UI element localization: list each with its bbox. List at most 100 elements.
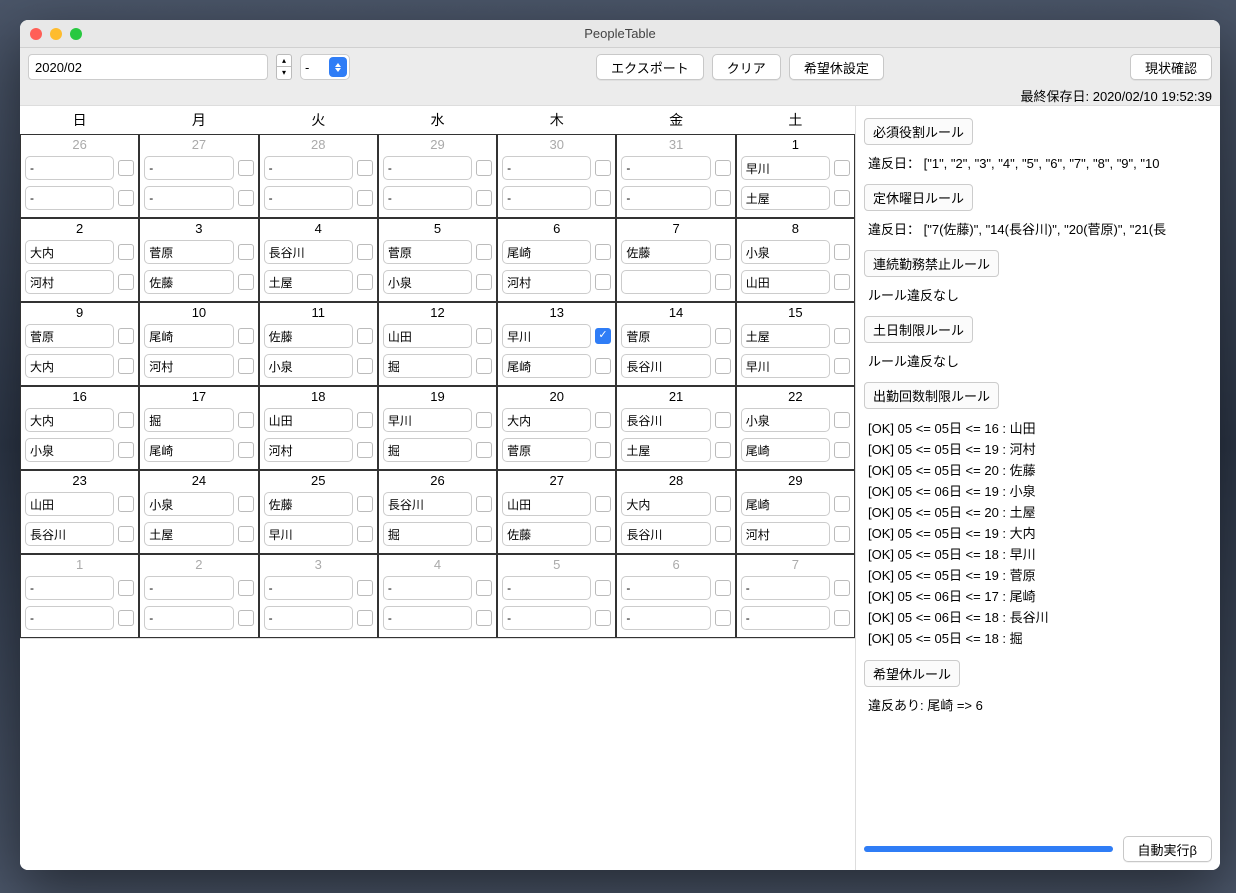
- lock-checkbox[interactable]: [834, 160, 850, 176]
- person-select[interactable]: 河村: [144, 354, 233, 378]
- lock-checkbox[interactable]: [595, 160, 611, 176]
- person-select[interactable]: 佐藤: [502, 522, 591, 546]
- person-select[interactable]: 長谷川: [264, 240, 353, 264]
- lock-checkbox[interactable]: [118, 274, 134, 290]
- person-select[interactable]: 掘: [383, 354, 472, 378]
- person-select[interactable]: 小泉: [264, 354, 353, 378]
- stepper-up-icon[interactable]: ▴: [276, 54, 292, 67]
- lock-checkbox[interactable]: [715, 358, 731, 374]
- lock-checkbox[interactable]: [118, 496, 134, 512]
- person-select[interactable]: 菅原: [25, 324, 114, 348]
- lock-checkbox[interactable]: [357, 526, 373, 542]
- person-select[interactable]: 大内: [621, 492, 710, 516]
- check-button[interactable]: 現状確認: [1130, 54, 1212, 80]
- person-select[interactable]: -: [741, 606, 830, 630]
- lock-checkbox[interactable]: [476, 190, 492, 206]
- person-select[interactable]: -: [502, 186, 591, 210]
- lock-checkbox[interactable]: [238, 328, 254, 344]
- auto-run-button[interactable]: 自動実行β: [1123, 836, 1212, 862]
- lock-checkbox[interactable]: [238, 496, 254, 512]
- person-select[interactable]: 小泉: [144, 492, 233, 516]
- person-select[interactable]: 大内: [25, 354, 114, 378]
- lock-checkbox[interactable]: [238, 526, 254, 542]
- person-select[interactable]: -: [383, 186, 472, 210]
- lock-checkbox[interactable]: [357, 442, 373, 458]
- person-select[interactable]: 山田: [502, 492, 591, 516]
- lock-checkbox[interactable]: [715, 442, 731, 458]
- lock-checkbox[interactable]: [118, 412, 134, 428]
- lock-checkbox[interactable]: [834, 580, 850, 596]
- person-select[interactable]: 尾崎: [144, 438, 233, 462]
- person-select[interactable]: 早川: [502, 324, 591, 348]
- lock-checkbox[interactable]: [118, 526, 134, 542]
- lock-checkbox[interactable]: [715, 160, 731, 176]
- person-select[interactable]: 大内: [25, 408, 114, 432]
- lock-checkbox[interactable]: [357, 496, 373, 512]
- person-select[interactable]: -: [25, 186, 114, 210]
- person-select[interactable]: -: [621, 576, 710, 600]
- lock-checkbox[interactable]: [357, 274, 373, 290]
- lock-checkbox[interactable]: [357, 328, 373, 344]
- person-select[interactable]: 早川: [264, 522, 353, 546]
- person-select[interactable]: -: [25, 606, 114, 630]
- lock-checkbox[interactable]: [834, 190, 850, 206]
- person-select[interactable]: 菅原: [383, 240, 472, 264]
- person-select[interactable]: 長谷川: [621, 408, 710, 432]
- person-select[interactable]: -: [621, 186, 710, 210]
- wish-button[interactable]: 希望休設定: [789, 54, 884, 80]
- person-select[interactable]: 尾崎: [502, 240, 591, 264]
- person-select[interactable]: 長谷川: [621, 354, 710, 378]
- person-select[interactable]: 小泉: [741, 408, 830, 432]
- lock-checkbox[interactable]: [238, 610, 254, 626]
- person-select[interactable]: -: [25, 156, 114, 180]
- person-select[interactable]: 掘: [383, 438, 472, 462]
- lock-checkbox[interactable]: [715, 244, 731, 260]
- lock-checkbox[interactable]: [238, 274, 254, 290]
- lock-checkbox[interactable]: [118, 610, 134, 626]
- lock-checkbox[interactable]: [834, 274, 850, 290]
- person-select[interactable]: -: [502, 576, 591, 600]
- person-select[interactable]: 長谷川: [621, 522, 710, 546]
- lock-checkbox[interactable]: [715, 412, 731, 428]
- lock-checkbox[interactable]: [595, 358, 611, 374]
- lock-checkbox[interactable]: [715, 190, 731, 206]
- person-select[interactable]: 山田: [383, 324, 472, 348]
- lock-checkbox[interactable]: [834, 526, 850, 542]
- lock-checkbox[interactable]: [834, 442, 850, 458]
- lock-checkbox[interactable]: [357, 190, 373, 206]
- person-select[interactable]: 掘: [144, 408, 233, 432]
- lock-checkbox[interactable]: [476, 244, 492, 260]
- person-select[interactable]: -: [264, 186, 353, 210]
- lock-checkbox[interactable]: [834, 610, 850, 626]
- person-select[interactable]: 佐藤: [264, 492, 353, 516]
- lock-checkbox[interactable]: [476, 580, 492, 596]
- lock-checkbox[interactable]: [715, 580, 731, 596]
- person-select[interactable]: 土屋: [144, 522, 233, 546]
- lock-checkbox[interactable]: [238, 160, 254, 176]
- lock-checkbox[interactable]: [476, 610, 492, 626]
- lock-checkbox[interactable]: [834, 328, 850, 344]
- lock-checkbox[interactable]: [118, 358, 134, 374]
- person-select[interactable]: 早川: [741, 354, 830, 378]
- person-select[interactable]: 河村: [741, 522, 830, 546]
- lock-checkbox[interactable]: [476, 274, 492, 290]
- lock-checkbox[interactable]: [834, 412, 850, 428]
- person-select[interactable]: -: [383, 606, 472, 630]
- lock-checkbox[interactable]: [834, 244, 850, 260]
- person-select[interactable]: -: [741, 576, 830, 600]
- person-select[interactable]: 小泉: [25, 438, 114, 462]
- person-select[interactable]: 土屋: [264, 270, 353, 294]
- person-select[interactable]: 長谷川: [25, 522, 114, 546]
- lock-checkbox[interactable]: [595, 526, 611, 542]
- person-select[interactable]: 土屋: [741, 324, 830, 348]
- person-select[interactable]: 菅原: [621, 324, 710, 348]
- person-select[interactable]: 土屋: [741, 186, 830, 210]
- lock-checkbox[interactable]: [238, 580, 254, 596]
- lock-checkbox[interactable]: [357, 610, 373, 626]
- lock-checkbox[interactable]: [834, 496, 850, 512]
- person-select[interactable]: 山田: [264, 408, 353, 432]
- person-select[interactable]: 河村: [264, 438, 353, 462]
- lock-checkbox[interactable]: [476, 358, 492, 374]
- person-select[interactable]: 尾崎: [741, 492, 830, 516]
- lock-checkbox[interactable]: [715, 526, 731, 542]
